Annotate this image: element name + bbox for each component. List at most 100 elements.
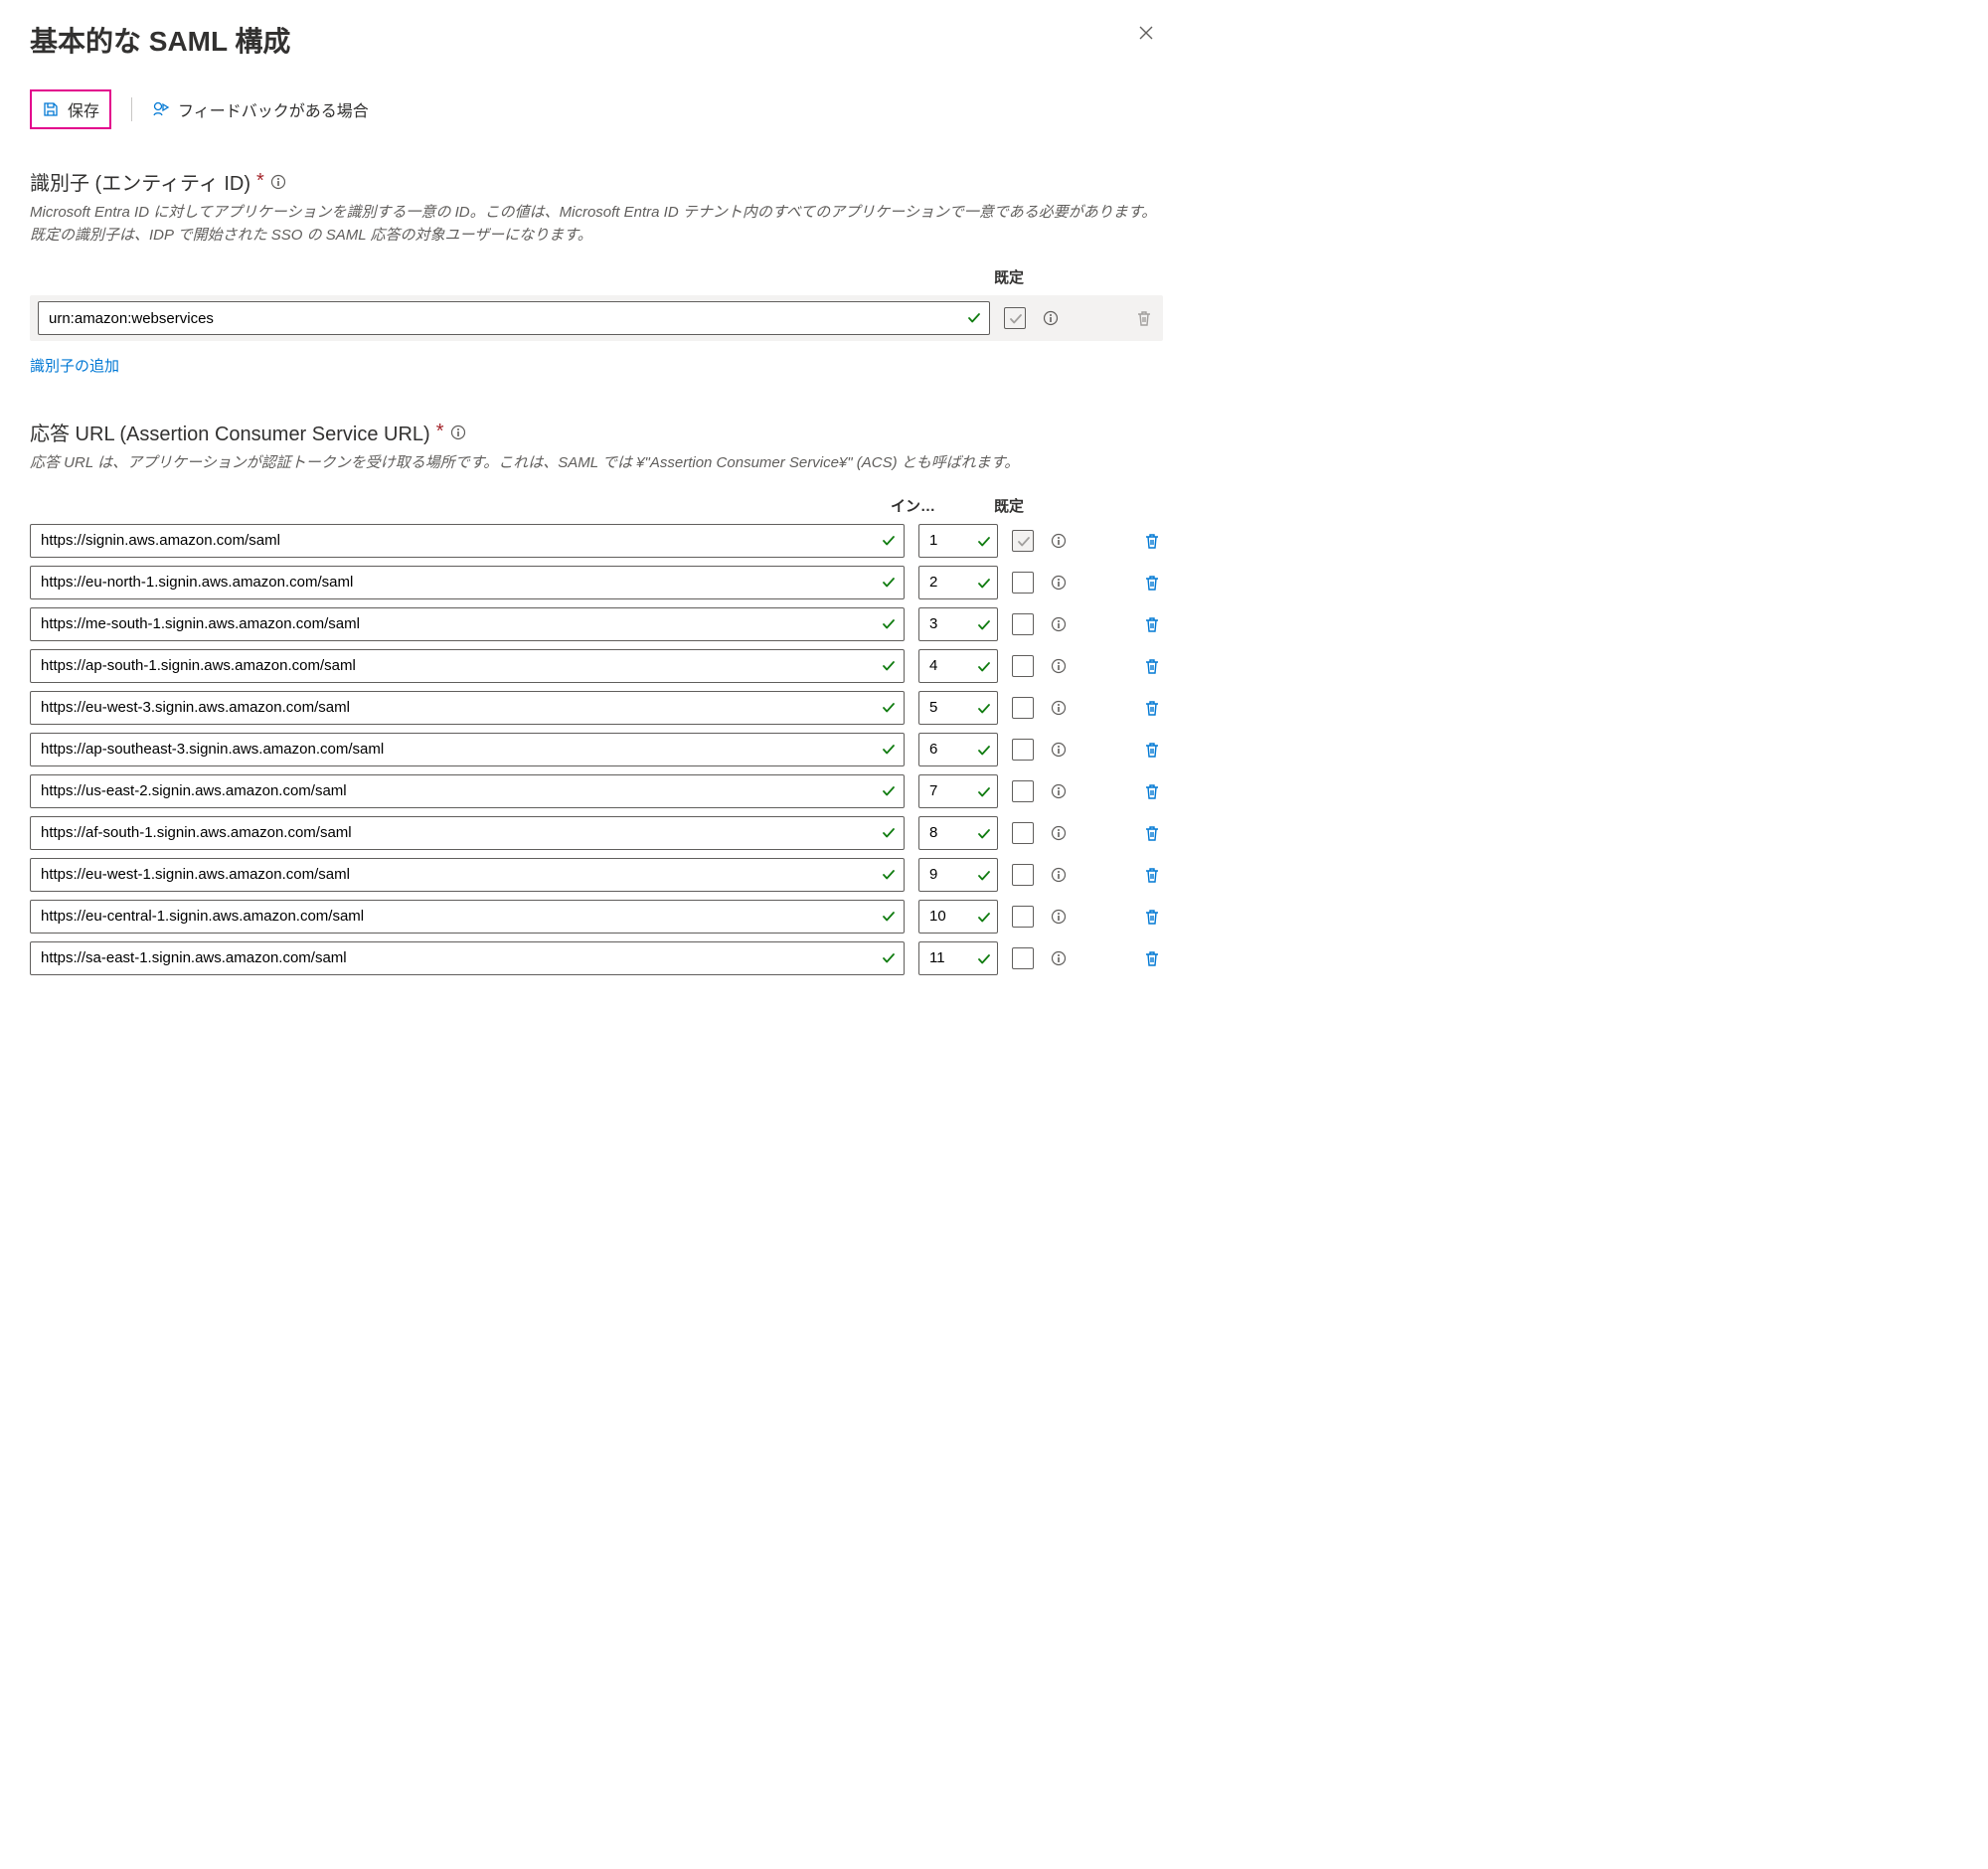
reply-info-button[interactable] bbox=[1048, 906, 1070, 928]
identifier-input[interactable] bbox=[38, 301, 990, 335]
trash-icon bbox=[1143, 699, 1161, 717]
reply-url-input[interactable] bbox=[30, 900, 905, 934]
reply-url-input-wrap bbox=[30, 774, 905, 808]
identifier-input-wrap bbox=[38, 301, 990, 335]
check-icon bbox=[881, 950, 897, 966]
reply-url-input[interactable] bbox=[30, 941, 905, 975]
reply-default-checkbox[interactable] bbox=[1012, 655, 1034, 677]
reply-delete-button[interactable] bbox=[1141, 906, 1163, 928]
reply-delete-button[interactable] bbox=[1141, 864, 1163, 886]
identifier-description: Microsoft Entra ID に対してアプリケーションを識別する一意の … bbox=[30, 202, 1163, 247]
reply-default-checkbox[interactable] bbox=[1012, 906, 1034, 928]
trash-icon bbox=[1143, 532, 1161, 550]
reply-row bbox=[30, 607, 1163, 641]
reply-default-checkbox[interactable] bbox=[1012, 780, 1034, 802]
reply-url-input-wrap bbox=[30, 816, 905, 850]
identifier-default-checkbox[interactable] bbox=[1004, 307, 1026, 329]
reply-info-button[interactable] bbox=[1048, 530, 1070, 552]
save-icon bbox=[42, 100, 60, 118]
reply-url-input[interactable] bbox=[30, 774, 905, 808]
reply-delete-button[interactable] bbox=[1141, 613, 1163, 635]
reply-url-input-wrap bbox=[30, 733, 905, 766]
reply-info-button[interactable] bbox=[1048, 739, 1070, 761]
reply-url-input-wrap bbox=[30, 566, 905, 599]
trash-icon bbox=[1143, 741, 1161, 759]
reply-url-input-wrap bbox=[30, 691, 905, 725]
check-icon bbox=[881, 742, 897, 758]
reply-info-button[interactable] bbox=[1048, 572, 1070, 594]
reply-url-input-wrap bbox=[30, 607, 905, 641]
reply-url-input[interactable] bbox=[30, 733, 905, 766]
reply-description: 応答 URL は、アプリケーションが認証トークンを受け取る場所です。これは、SA… bbox=[30, 452, 1163, 475]
reply-url-input[interactable] bbox=[30, 649, 905, 683]
reply-default-checkbox[interactable] bbox=[1012, 739, 1034, 761]
reply-default-checkbox[interactable] bbox=[1012, 613, 1034, 635]
identifier-default-col: 既定 bbox=[994, 266, 1163, 287]
reply-row bbox=[30, 858, 1163, 892]
check-icon bbox=[881, 825, 897, 841]
reply-delete-button[interactable] bbox=[1141, 697, 1163, 719]
reply-default-checkbox[interactable] bbox=[1012, 697, 1034, 719]
reply-info-button[interactable] bbox=[1048, 822, 1070, 844]
trash-icon bbox=[1143, 866, 1161, 884]
reply-index-input-wrap bbox=[918, 691, 998, 725]
reply-default-checkbox[interactable] bbox=[1012, 864, 1034, 886]
add-identifier-link[interactable]: 識別子の追加 bbox=[30, 355, 119, 376]
check-icon bbox=[881, 533, 897, 549]
check-icon bbox=[976, 910, 990, 924]
reply-url-input[interactable] bbox=[30, 524, 905, 558]
reply-url-input-wrap bbox=[30, 941, 905, 975]
check-icon bbox=[881, 909, 897, 925]
reply-default-checkbox[interactable] bbox=[1012, 530, 1034, 552]
reply-default-checkbox[interactable] bbox=[1012, 947, 1034, 969]
reply-url-input-wrap bbox=[30, 524, 905, 558]
reply-default-checkbox[interactable] bbox=[1012, 572, 1034, 594]
check-icon bbox=[976, 659, 990, 673]
info-icon bbox=[1051, 867, 1067, 883]
reply-url-input[interactable] bbox=[30, 858, 905, 892]
reply-index-input-wrap bbox=[918, 816, 998, 850]
reply-url-input[interactable] bbox=[30, 816, 905, 850]
reply-default-checkbox[interactable] bbox=[1012, 822, 1034, 844]
feedback-label: フィードバックがある場合 bbox=[178, 97, 369, 121]
close-button[interactable] bbox=[1129, 20, 1163, 46]
reply-url-input[interactable] bbox=[30, 607, 905, 641]
identifier-column-headers: 既定 bbox=[30, 266, 1163, 287]
identifier-delete-button[interactable] bbox=[1133, 307, 1155, 329]
trash-icon bbox=[1143, 657, 1161, 675]
info-icon[interactable] bbox=[450, 425, 466, 440]
check-icon bbox=[881, 867, 897, 883]
reply-row bbox=[30, 774, 1163, 808]
trash-icon bbox=[1143, 615, 1161, 633]
reply-info-button[interactable] bbox=[1048, 613, 1070, 635]
identifier-info-button[interactable] bbox=[1040, 307, 1062, 329]
page-title: 基本的な SAML 構成 bbox=[30, 20, 290, 60]
reply-delete-button[interactable] bbox=[1141, 739, 1163, 761]
reply-column-headers: イン… 既定 bbox=[30, 495, 1163, 516]
reply-info-button[interactable] bbox=[1048, 780, 1070, 802]
check-icon bbox=[976, 576, 990, 590]
reply-delete-button[interactable] bbox=[1141, 572, 1163, 594]
required-marker: * bbox=[256, 170, 264, 193]
reply-info-button[interactable] bbox=[1048, 864, 1070, 886]
info-icon[interactable] bbox=[270, 174, 286, 190]
reply-info-button[interactable] bbox=[1048, 697, 1070, 719]
trash-icon bbox=[1143, 949, 1161, 967]
save-button[interactable]: 保存 bbox=[30, 89, 111, 129]
reply-info-button[interactable] bbox=[1048, 947, 1070, 969]
reply-delete-button[interactable] bbox=[1141, 947, 1163, 969]
reply-url-input[interactable] bbox=[30, 691, 905, 725]
check-icon bbox=[881, 783, 897, 799]
toolbar-separator bbox=[131, 97, 132, 121]
reply-info-button[interactable] bbox=[1048, 655, 1070, 677]
reply-index-input-wrap bbox=[918, 941, 998, 975]
check-icon bbox=[976, 951, 990, 965]
reply-delete-button[interactable] bbox=[1141, 655, 1163, 677]
feedback-icon bbox=[152, 100, 170, 118]
reply-url-input[interactable] bbox=[30, 566, 905, 599]
reply-delete-button[interactable] bbox=[1141, 780, 1163, 802]
reply-row bbox=[30, 816, 1163, 850]
reply-delete-button[interactable] bbox=[1141, 822, 1163, 844]
reply-delete-button[interactable] bbox=[1141, 530, 1163, 552]
feedback-button[interactable]: フィードバックがある場合 bbox=[152, 97, 369, 121]
